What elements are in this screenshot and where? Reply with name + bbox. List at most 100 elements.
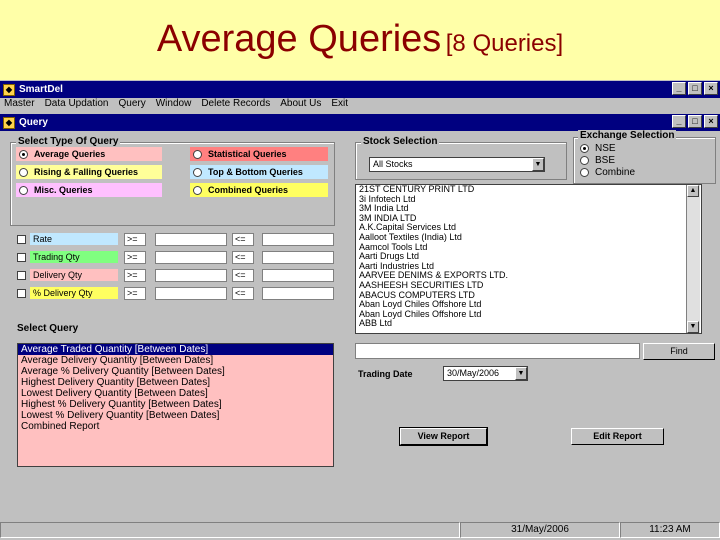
- query-window-icon: ◆: [3, 116, 15, 129]
- radio-icon: [193, 149, 202, 159]
- radio-icon: [193, 185, 202, 195]
- pct-delivery-qty-op-min[interactable]: >=: [124, 287, 146, 300]
- query-item[interactable]: Combined Report: [18, 421, 333, 432]
- exchange-bse-label: BSE: [595, 154, 616, 166]
- trading-qty-label: Trading Qty: [30, 251, 118, 263]
- app-titlebar: ◆ SmartDel _ □ ×: [0, 81, 720, 98]
- dropdown-arrow-icon[interactable]: ▼: [532, 158, 544, 171]
- trading-date-picker[interactable]: 30/May/2006 ▼: [443, 366, 528, 381]
- edit-report-button[interactable]: Edit Report: [571, 428, 664, 445]
- select-query-label: Select Query: [17, 323, 79, 334]
- delivery-qty-op-max[interactable]: <=: [232, 269, 254, 282]
- query-type-top-bottom[interactable]: Top & Bottom Queries: [190, 165, 328, 179]
- dropdown-arrow-icon[interactable]: ▼: [515, 367, 527, 380]
- pct-delivery-qty-min-input[interactable]: [155, 287, 227, 300]
- app-window: ◆ SmartDel _ □ × Master Data Updation Qu…: [0, 80, 720, 540]
- delivery-qty-max-input[interactable]: [262, 269, 334, 282]
- rate-op-max[interactable]: <=: [232, 233, 254, 246]
- app-logo-icon: ◆: [3, 83, 15, 96]
- trading-date-value: 30/May/2006: [447, 368, 500, 378]
- radio-icon: [580, 167, 589, 177]
- find-button[interactable]: Find: [643, 343, 715, 360]
- trading-qty-max-input[interactable]: [262, 251, 334, 264]
- status-cell-empty: [0, 522, 460, 538]
- query-window-title: Query: [19, 117, 48, 128]
- rate-max-input[interactable]: [262, 233, 334, 246]
- status-date: 31/May/2006: [460, 522, 620, 538]
- menu-delete-records[interactable]: Delete Records: [201, 98, 270, 112]
- trading-qty-op-min[interactable]: >=: [124, 251, 146, 264]
- trading-qty-op-max[interactable]: <=: [232, 251, 254, 264]
- scroll-down-icon[interactable]: ▼: [687, 321, 699, 333]
- radio-selected-icon: [580, 143, 589, 153]
- stock-selection-label: Stock Selection: [361, 136, 440, 147]
- slide-title: Average Queries [8 Queries]: [0, 18, 720, 61]
- query-window-titlebar: ◆ Query _ □ ×: [0, 114, 720, 131]
- radio-icon: [19, 167, 28, 177]
- query-type-combined-label: Combined Queries: [208, 185, 289, 195]
- menu-master[interactable]: Master: [4, 98, 35, 112]
- find-input[interactable]: [355, 343, 640, 359]
- pct-delivery-qty-max-input[interactable]: [262, 287, 334, 300]
- query-type-rising-falling[interactable]: Rising & Falling Queries: [16, 165, 162, 179]
- stock-list-scrollbar[interactable]: ▲ ▼: [686, 185, 700, 333]
- status-time: 11:23 AM: [620, 522, 720, 538]
- query-item[interactable]: Highest % Delivery Quantity [Between Dat…: [18, 399, 333, 410]
- maximize-button[interactable]: □: [688, 82, 702, 95]
- query-type-top-bottom-label: Top & Bottom Queries: [208, 167, 303, 177]
- rate-min-input[interactable]: [155, 233, 227, 246]
- query-type-combined[interactable]: Combined Queries: [190, 183, 328, 197]
- radio-selected-icon: [19, 149, 28, 159]
- stock-item[interactable]: Aban Loyd Chiles Offshore Ltd: [356, 309, 701, 320]
- trading-qty-checkbox[interactable]: [17, 253, 26, 262]
- query-item[interactable]: Average Delivery Quantity [Between Dates…: [18, 355, 333, 366]
- query-type-average[interactable]: Average Queries: [16, 147, 162, 161]
- app-title: SmartDel: [19, 84, 63, 95]
- delivery-qty-checkbox[interactable]: [17, 271, 26, 280]
- query-item[interactable]: Average % Delivery Quantity [Between Dat…: [18, 366, 333, 377]
- query-minimize-button[interactable]: _: [672, 115, 686, 128]
- query-type-misc[interactable]: Misc. Queries: [16, 183, 162, 197]
- minimize-button[interactable]: _: [672, 82, 686, 95]
- radio-icon: [19, 185, 28, 195]
- query-close-button[interactable]: ×: [704, 115, 718, 128]
- query-type-label: Select Type Of Query: [16, 136, 121, 147]
- query-item[interactable]: Average Traded Quantity [Between Dates]: [18, 344, 333, 355]
- query-item[interactable]: Lowest Delivery Quantity [Between Dates]: [18, 388, 333, 399]
- delivery-qty-label: Delivery Qty: [30, 269, 118, 281]
- pct-delivery-qty-op-max[interactable]: <=: [232, 287, 254, 300]
- pct-delivery-qty-checkbox[interactable]: [17, 289, 26, 298]
- trading-qty-min-input[interactable]: [155, 251, 227, 264]
- menu-bar: Master Data Updation Query Window Delete…: [0, 98, 720, 112]
- status-bar: 31/May/2006 11:23 AM: [0, 522, 720, 540]
- menu-window[interactable]: Window: [156, 98, 192, 112]
- radio-icon: [580, 155, 589, 165]
- query-item[interactable]: Lowest % Delivery Quantity [Between Date…: [18, 410, 333, 421]
- exchange-nse-label: NSE: [595, 142, 616, 154]
- query-item[interactable]: Highest Delivery Quantity [Between Dates…: [18, 377, 333, 388]
- exchange-combine[interactable]: Combine: [577, 165, 635, 179]
- slide-title-main: Average Queries: [156, 18, 442, 60]
- rate-op-min[interactable]: >=: [124, 233, 146, 246]
- menu-query[interactable]: Query: [119, 98, 146, 112]
- exchange-combine-label: Combine: [595, 166, 636, 178]
- menu-exit[interactable]: Exit: [331, 98, 348, 112]
- menu-about-us[interactable]: About Us: [280, 98, 321, 112]
- scroll-up-icon[interactable]: ▲: [687, 185, 699, 197]
- query-type-rising-falling-label: Rising & Falling Queries: [34, 167, 139, 177]
- exchange-selection-label: Exchange Selection: [578, 130, 677, 141]
- radio-icon: [193, 167, 202, 177]
- delivery-qty-op-min[interactable]: >=: [124, 269, 146, 282]
- query-type-statistical-label: Statistical Queries: [208, 149, 287, 159]
- query-type-statistical[interactable]: Statistical Queries: [190, 147, 328, 161]
- menu-data-updation[interactable]: Data Updation: [45, 98, 109, 112]
- stock-item[interactable]: ABB Ltd: [356, 319, 701, 329]
- close-button[interactable]: ×: [704, 82, 718, 95]
- stock-combo[interactable]: All Stocks ▼: [369, 157, 545, 172]
- rate-checkbox[interactable]: [17, 235, 26, 244]
- delivery-qty-min-input[interactable]: [155, 269, 227, 282]
- view-report-button[interactable]: View Report: [399, 427, 488, 446]
- query-maximize-button[interactable]: □: [688, 115, 702, 128]
- trading-date-label: Trading Date: [358, 369, 413, 379]
- stock-list: 21ST CENTURY PRINT LTD 3i Infotech Ltd 3…: [355, 184, 702, 334]
